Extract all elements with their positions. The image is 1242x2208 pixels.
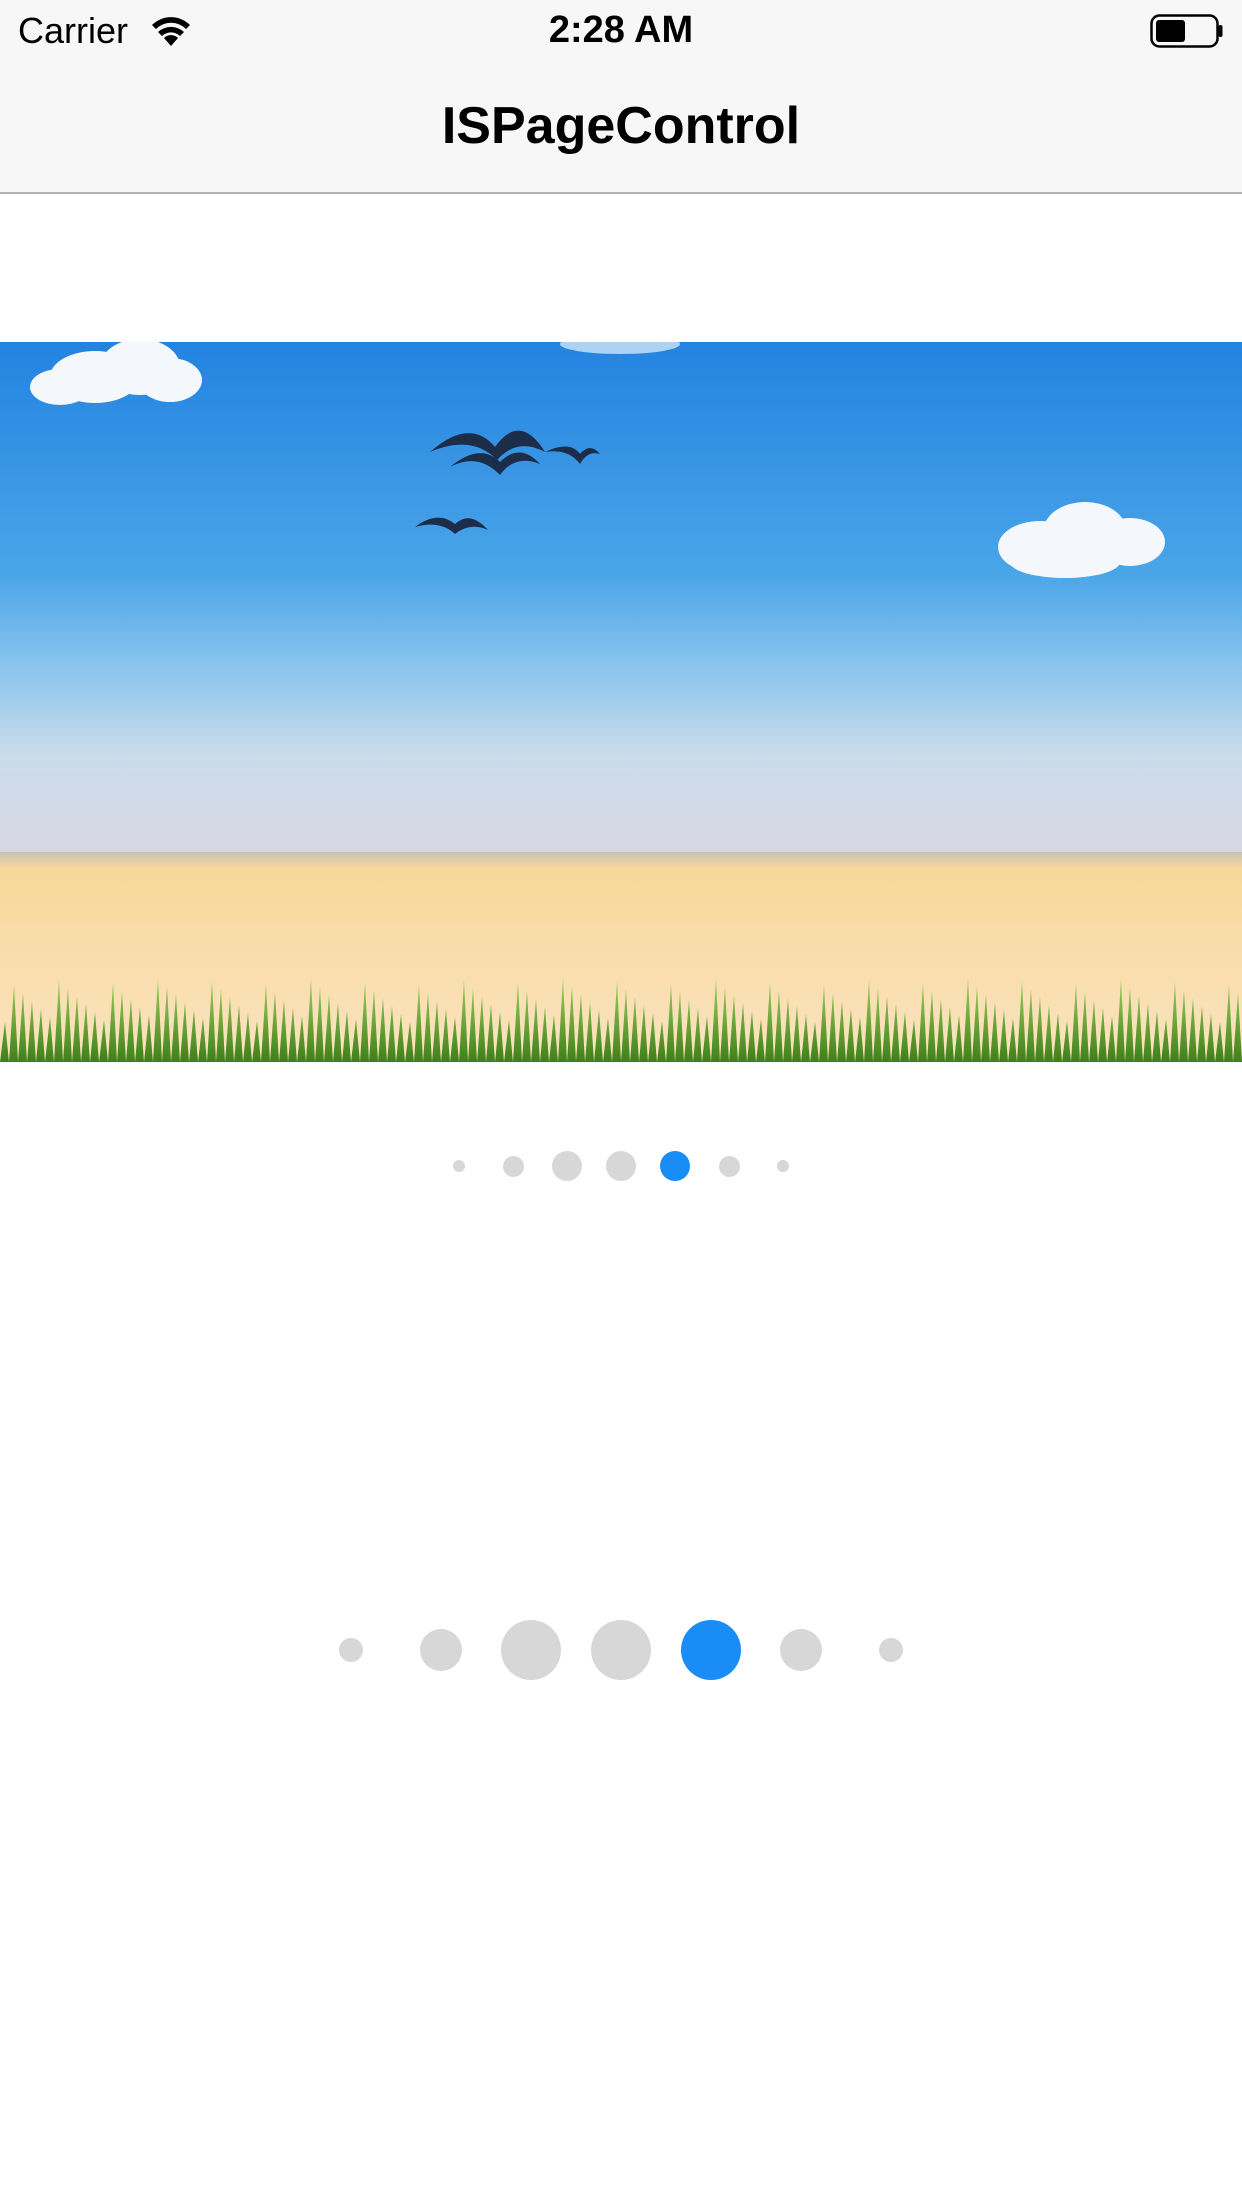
page-dot[interactable] — [501, 1620, 561, 1680]
page-dot[interactable] — [453, 1160, 465, 1172]
page-dot[interactable] — [879, 1638, 903, 1662]
page-dot[interactable] — [591, 1620, 651, 1680]
page-title: ISPageControl — [441, 97, 801, 155]
status-time: 2:28 AM — [548, 9, 694, 51]
page-dot[interactable] — [552, 1151, 582, 1181]
page-control-small[interactable] — [0, 1140, 1242, 1192]
navigation-bar: ISPageControl — [0, 60, 1242, 194]
page-dot-active[interactable] — [660, 1151, 690, 1181]
battery-icon — [1150, 14, 1224, 48]
page-dot[interactable] — [780, 1629, 822, 1671]
page-dot[interactable] — [777, 1160, 789, 1172]
page-dot[interactable] — [339, 1638, 363, 1662]
status-bar: Carrier 2:28 AM — [0, 0, 1242, 60]
banner-image[interactable] — [0, 342, 1242, 1062]
page-control-large[interactable] — [0, 1590, 1242, 1710]
page-dot[interactable] — [420, 1629, 462, 1671]
page-dot-active[interactable] — [681, 1620, 741, 1680]
page-dot[interactable] — [718, 1155, 740, 1177]
page-dot[interactable] — [606, 1151, 636, 1181]
page-dot[interactable] — [502, 1155, 524, 1177]
